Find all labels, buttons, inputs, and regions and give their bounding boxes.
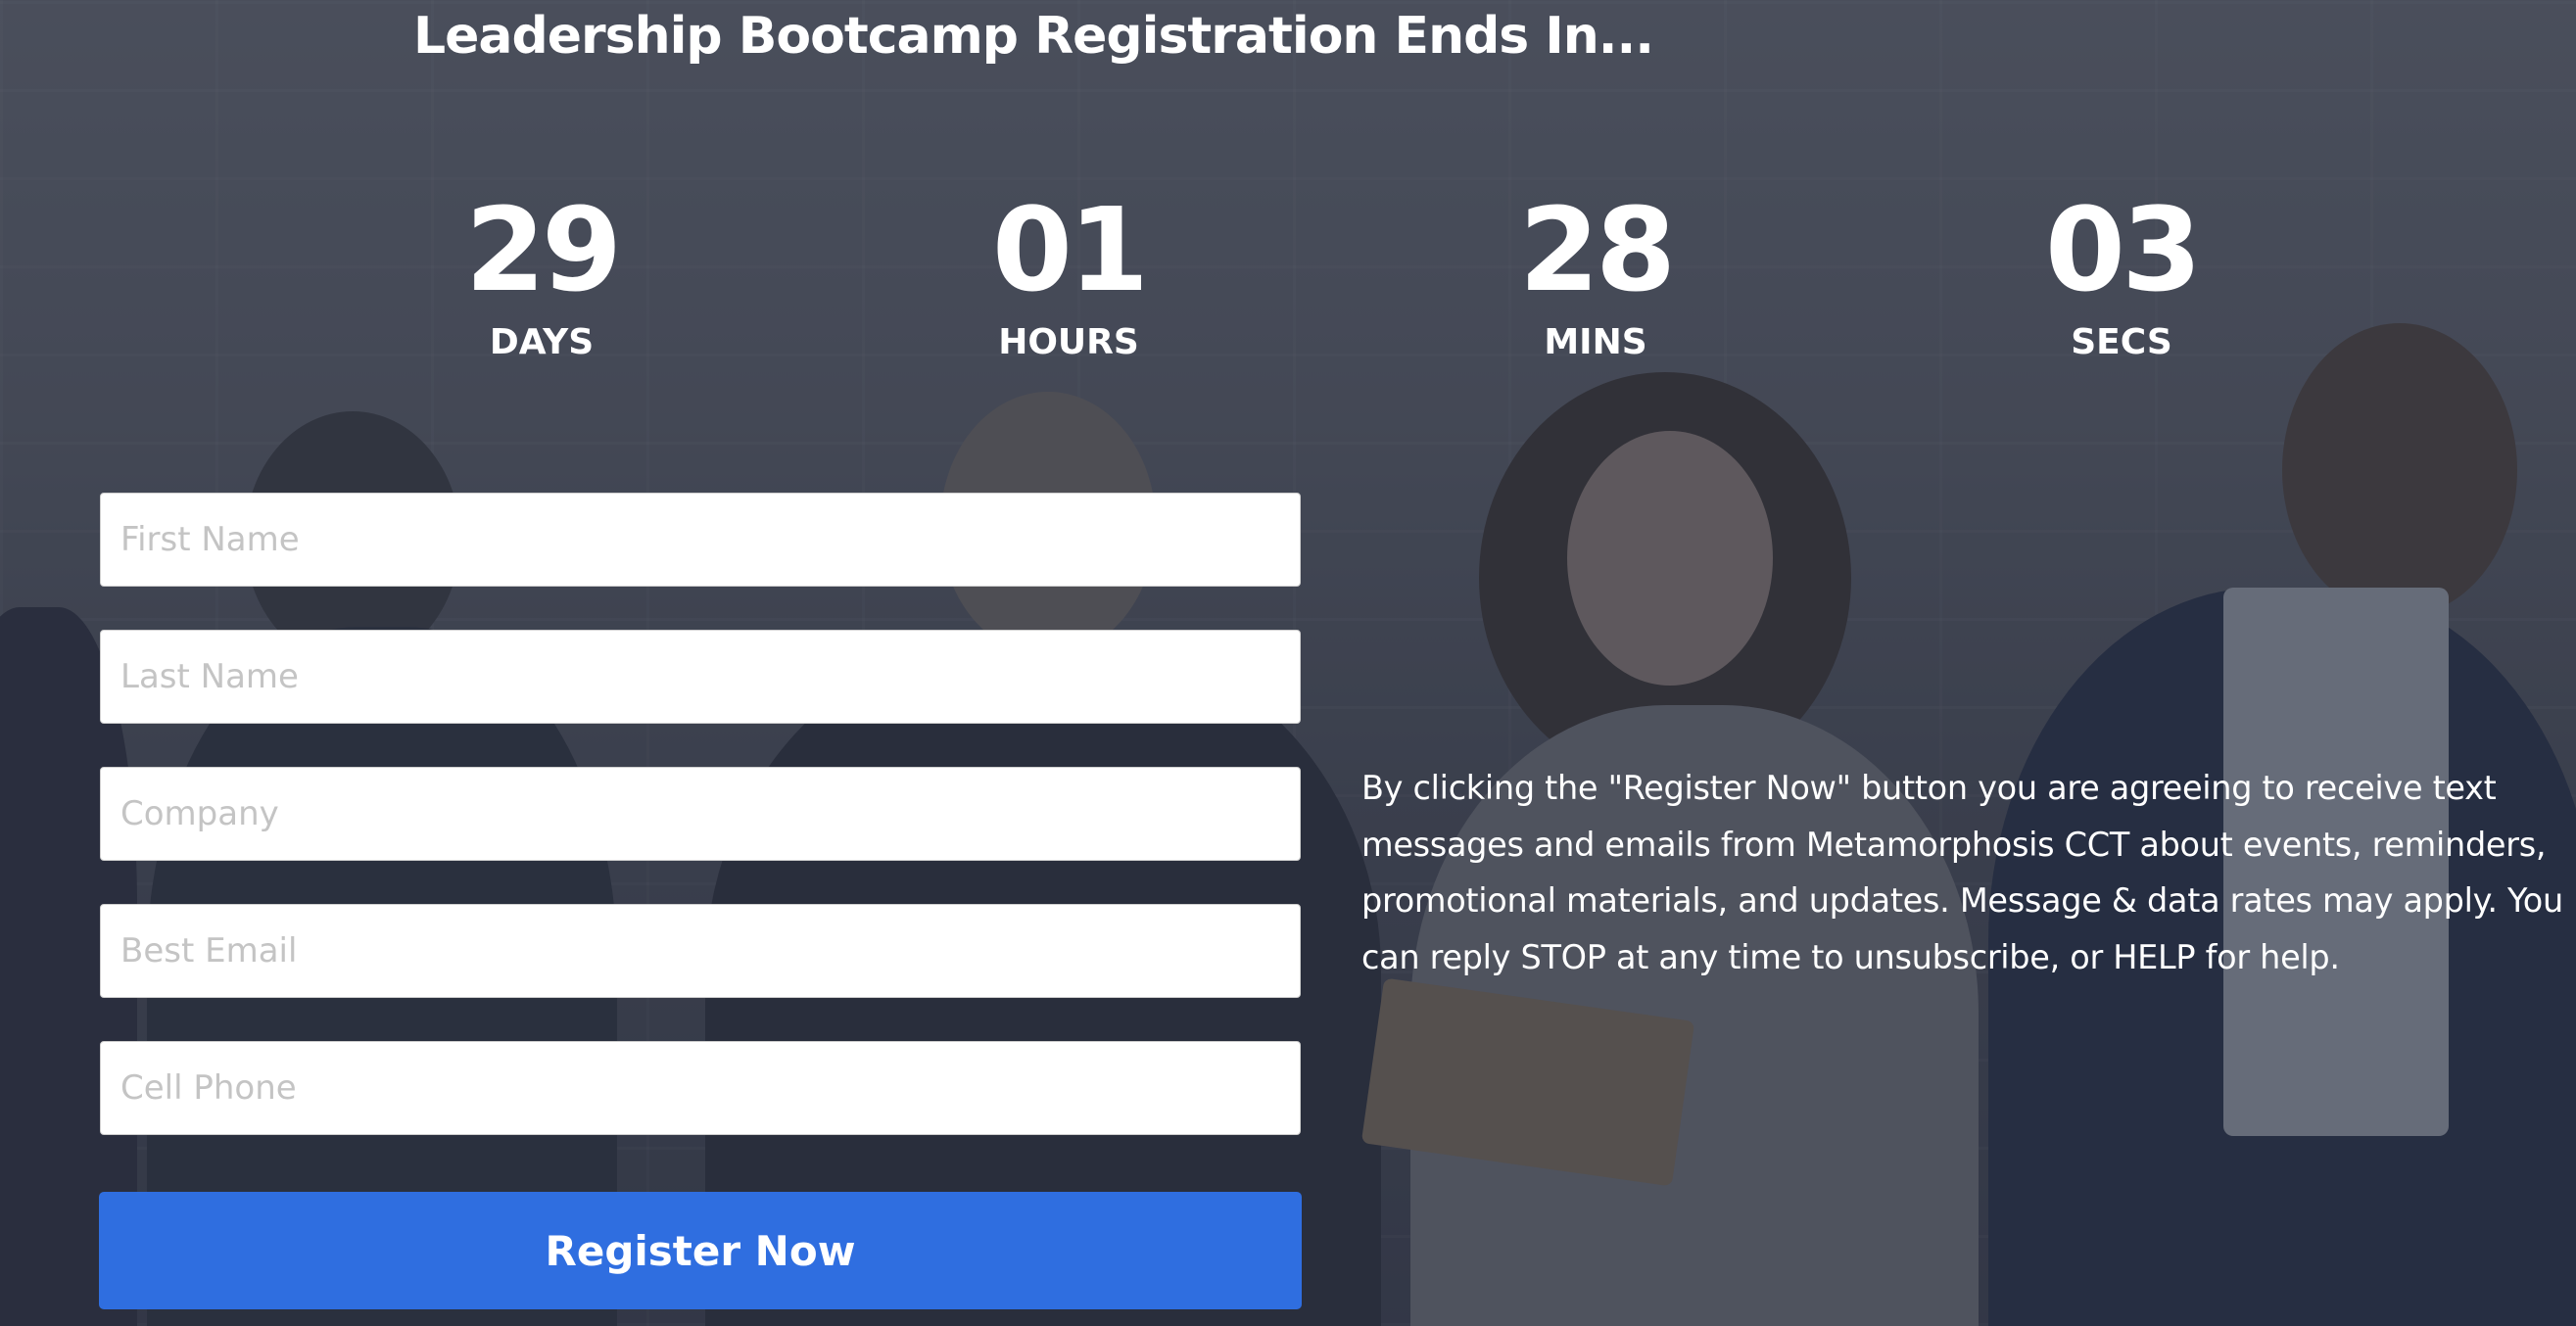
first-name-input[interactable]	[100, 493, 1301, 587]
register-now-button[interactable]: Register Now	[99, 1192, 1302, 1309]
countdown-days-value: 29	[464, 182, 622, 317]
countdown-mins: 28 MINS	[1468, 181, 1723, 367]
countdown-hours-label: HOURS	[998, 322, 1139, 362]
email-input[interactable]	[100, 904, 1301, 998]
countdown-secs-label: SECS	[2071, 322, 2172, 362]
countdown-mins-value: 28	[1518, 182, 1676, 317]
countdown-mins-label: MINS	[1544, 322, 1647, 362]
countdown-secs-value: 03	[2044, 182, 2202, 317]
countdown-days-label: DAYS	[489, 322, 595, 362]
registration-page: Leadership Bootcamp Registration Ends In…	[0, 0, 2576, 1326]
cell-phone-input[interactable]	[100, 1041, 1301, 1135]
countdown-secs: 03 SECS	[1994, 181, 2249, 367]
page-title: Leadership Bootcamp Registration Ends In…	[413, 7, 1654, 66]
countdown-hours-value: 01	[991, 182, 1149, 317]
last-name-input[interactable]	[100, 630, 1301, 724]
consent-disclaimer: By clicking the "Register Now" button yo…	[1361, 769, 2563, 976]
company-input[interactable]	[100, 767, 1301, 861]
countdown-days: 29 DAYS	[414, 181, 669, 367]
countdown-hours: 01 HOURS	[941, 181, 1196, 367]
